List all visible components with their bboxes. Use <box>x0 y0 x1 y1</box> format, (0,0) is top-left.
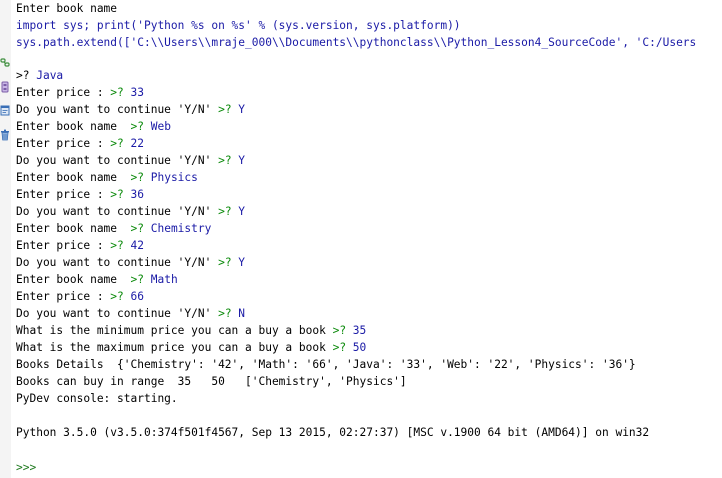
input-prompt-marker: >? <box>130 120 151 133</box>
input-prompt-marker: >? <box>110 137 131 150</box>
console-line-text: PyDev console: starting. <box>16 392 178 405</box>
console-line-command: import sys; print('Python %s on %s' % (s… <box>16 19 461 32</box>
user-input-value: N <box>238 307 246 320</box>
user-input-value: 66 <box>130 290 144 303</box>
console-line: What is the maximum price you can a buy … <box>16 339 366 356</box>
input-prompt-marker: >? <box>110 239 131 252</box>
input-prompt-marker: >? <box>110 290 131 303</box>
console-line-text: Enter price : <box>16 290 111 303</box>
console-line: Books Details {'Chemistry': '42', 'Math'… <box>16 356 636 373</box>
console-line-text: What is the maximum price you can a buy … <box>16 341 333 354</box>
console-line: Enter price : >? 42 <box>16 237 144 254</box>
console-input-prompt[interactable]: >>> <box>16 459 36 476</box>
input-prompt-marker: >? <box>110 188 131 201</box>
user-input-value: Java <box>36 69 64 82</box>
input-prompt-marker: >? <box>218 154 239 167</box>
console-line-text: Enter book name <box>16 273 131 286</box>
user-input-value: 42 <box>130 239 144 252</box>
console-line: Do you want to continue 'Y/N' >? Y <box>16 101 245 118</box>
input-prompt-marker: >? <box>332 341 353 354</box>
user-input-value: Y <box>238 205 246 218</box>
console-line-text: Do you want to continue 'Y/N' <box>16 307 219 320</box>
console-line-command: sys.path.extend(['C:\\Users\\mraje_000\\… <box>16 36 697 49</box>
console-line: Do you want to continue 'Y/N' >? Y <box>16 203 245 220</box>
input-prompt-marker: >? <box>332 324 353 337</box>
user-input-value: Web <box>150 120 171 133</box>
input-prompt-marker: >? <box>130 273 151 286</box>
console-line-text: Python 3.5.0 (v3.5.0:374f501f4567, Sep 1… <box>16 426 650 439</box>
console-line: Enter price : >? 66 <box>16 288 144 305</box>
console-line: Enter price : >? 33 <box>16 84 144 101</box>
console-line-text: Enter book name <box>16 222 131 235</box>
user-input-value: Y <box>238 256 246 269</box>
user-input-value: 22 <box>130 137 144 150</box>
console-line-text: Books Details {'Chemistry': '42', 'Math'… <box>16 358 636 371</box>
console-line: What is the minimum price you can a buy … <box>16 322 366 339</box>
input-prompt-marker: >? <box>130 171 151 184</box>
console-line-text: Do you want to continue 'Y/N' <box>16 154 219 167</box>
console-line-text: Do you want to continue 'Y/N' <box>16 103 219 116</box>
console-line: Enter price : >? 36 <box>16 186 144 203</box>
user-input-value: Y <box>238 103 246 116</box>
console-line-text: Enter price : <box>16 86 111 99</box>
input-prompt-marker: >? <box>218 307 239 320</box>
delete-icon[interactable] <box>0 129 10 141</box>
debug-icon[interactable] <box>0 81 10 93</box>
console-line: Do you want to continue 'Y/N' >? N <box>16 305 245 322</box>
user-input-value: 35 <box>352 324 367 337</box>
input-prompt-marker: >? <box>130 222 151 235</box>
console-line-text: Do you want to continue 'Y/N' <box>16 256 219 269</box>
user-input-value: 36 <box>130 188 144 201</box>
console-line-text: Enter price : <box>16 137 111 150</box>
user-input-value: Chemistry <box>150 222 212 235</box>
console-line: Books can buy in range 35 50 ['Chemistry… <box>16 373 407 390</box>
console-line: Do you want to continue 'Y/N' >? Y <box>16 254 245 271</box>
console-line: Python 3.5.0 (v3.5.0:374f501f4567, Sep 1… <box>16 424 649 441</box>
console-line: Enter price : >? 22 <box>16 135 144 152</box>
console-toolbar <box>0 0 11 478</box>
console-line-header: Enter book name <box>16 2 118 15</box>
console-line-text: >? <box>16 69 37 82</box>
console-line-text: Enter book name <box>16 171 131 184</box>
console-line-text: Books can buy in range 35 50 ['Chemistry… <box>16 375 407 388</box>
user-input-value: 33 <box>130 86 144 99</box>
console-line: Enter book name >? Physics <box>16 169 198 186</box>
user-input-value: Math <box>150 273 178 286</box>
console-line: Enter book name >? Math <box>16 271 178 288</box>
console-line: Do you want to continue 'Y/N' >? Y <box>16 152 245 169</box>
console-line: PyDev console: starting. <box>16 390 178 407</box>
input-prompt-marker: >? <box>110 86 131 99</box>
input-prompt-marker: >? <box>218 256 239 269</box>
user-input-value: Physics <box>150 171 198 184</box>
console-line: Enter book name >? Chemistry <box>16 220 211 237</box>
console-line-text: Enter book name <box>16 120 131 133</box>
console-line-text: Do you want to continue 'Y/N' <box>16 205 219 218</box>
console-line-text: Enter price : <box>16 239 111 252</box>
pydev-console-output[interactable]: Enter book name import sys; print('Pytho… <box>16 0 722 478</box>
user-input-value: 50 <box>352 341 367 354</box>
console-line: Enter book name >? Web <box>16 118 171 135</box>
console-line-text: Enter price : <box>16 188 111 201</box>
link-icon[interactable] <box>0 57 10 69</box>
user-input-value: Y <box>238 154 246 167</box>
input-prompt-marker: >? <box>218 103 239 116</box>
input-prompt-marker: >? <box>218 205 239 218</box>
console-line: >? Java <box>16 67 63 84</box>
console-line-text: What is the minimum price you can a buy … <box>16 324 333 337</box>
console-icon[interactable] <box>0 105 10 117</box>
